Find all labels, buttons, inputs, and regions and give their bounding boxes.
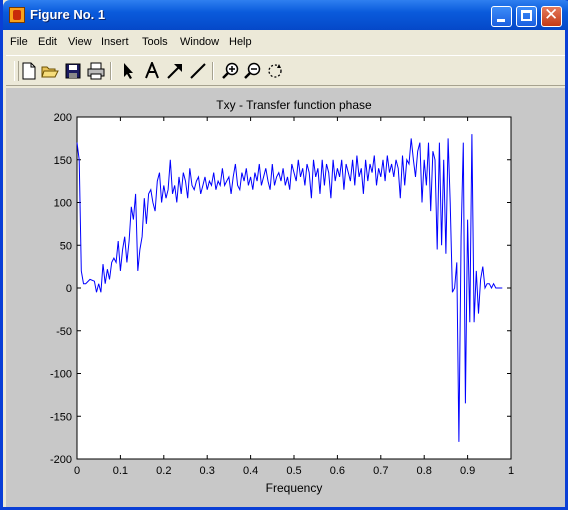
x-tick-label: 0.8 <box>417 465 432 477</box>
x-tick-label: 0 <box>74 465 80 477</box>
x-tick-label: 0.2 <box>156 465 171 477</box>
x-tick-label: 0.5 <box>286 465 301 477</box>
x-tick-label: 0.4 <box>243 465 258 477</box>
y-tick-label: -50 <box>56 326 72 338</box>
y-tick-label: -100 <box>50 369 72 381</box>
x-tick-label: 0.3 <box>200 465 215 477</box>
y-tick-label: -150 <box>50 411 72 423</box>
y-tick-label: 200 <box>54 112 72 124</box>
x-tick-label: 0.7 <box>373 465 388 477</box>
x-tick-label: 1 <box>508 465 514 477</box>
chart-title: Txy - Transfer function phase <box>216 98 372 112</box>
phase-plot[interactable]: 0 0.1 0.2 0.3 0.4 0.5 0.6 0.7 0.8 0.9 1 -200 -150 -10… <box>0 0 568 510</box>
plot-axes-box[interactable] <box>76 116 512 460</box>
x-tick-label: 0.9 <box>460 465 475 477</box>
x-axis-label: Frequency <box>266 481 323 495</box>
y-tick-label: -200 <box>50 454 72 466</box>
x-tick-label: 0.6 <box>330 465 345 477</box>
y-tick-label: 50 <box>60 240 72 252</box>
y-tick-label: 0 <box>66 283 72 295</box>
x-tick-label: 0.1 <box>113 465 128 477</box>
y-tick-label: 150 <box>54 155 72 167</box>
y-tick-label: 100 <box>54 198 72 210</box>
